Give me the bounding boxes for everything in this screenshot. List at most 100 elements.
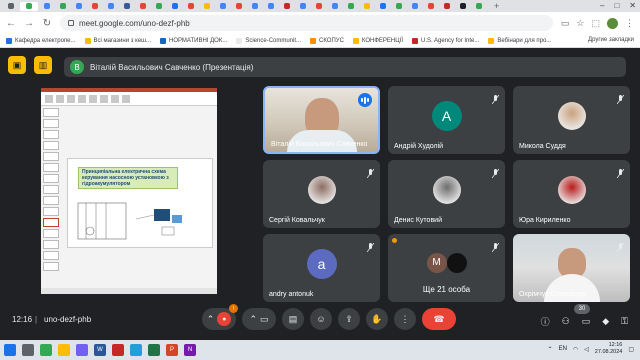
other-bookmarks[interactable]: Другие закладки (588, 37, 634, 43)
taskbar-powerpoint-icon[interactable]: P (166, 344, 178, 356)
participant-tile[interactable]: M Ще 21 особа (388, 234, 505, 302)
participant-name: Денис Кутовий (394, 217, 442, 224)
new-tab-button[interactable]: + (494, 1, 499, 11)
bookmark-star-icon[interactable]: ☆ (576, 18, 584, 29)
browser-tab[interactable] (4, 2, 18, 11)
browser-tab[interactable] (120, 2, 134, 11)
browser-tab[interactable] (184, 2, 198, 11)
browser-tab[interactable] (328, 2, 342, 11)
bookmark-item[interactable]: Кафедра електропе... (6, 37, 76, 44)
people-icon[interactable]: ⚇ (562, 316, 570, 327)
bookmark-item[interactable]: КОНФЕРЕНЦІЇ (352, 37, 403, 44)
browser-tab[interactable] (136, 2, 150, 11)
muted-mic-icon (491, 91, 500, 105)
participant-tile[interactable]: Микола Суддя (513, 86, 630, 154)
browser-tab[interactable] (104, 2, 118, 11)
participant-tile[interactable]: Юра Кириленко (513, 160, 630, 228)
browser-tab[interactable] (264, 2, 278, 11)
participant-tile[interactable]: Сергій Ковальчук (263, 160, 380, 228)
participant-tile[interactable]: Охрімчук Олександр (513, 234, 630, 302)
notifications-icon[interactable]: ▢ (628, 346, 634, 353)
browser-menu-icon[interactable]: ⋮ (625, 18, 634, 29)
layout-icon[interactable]: ▥ (34, 56, 52, 74)
audio-settings-button[interactable]: ⌃ ● ! (202, 304, 238, 330)
bookmark-item[interactable]: Всі магазини з кеш... (84, 37, 151, 44)
info-icon[interactable]: ⓘ (541, 315, 550, 328)
browser-tab[interactable] (216, 2, 230, 11)
participant-tile[interactable]: Віталій Васильович Савченко (263, 86, 380, 154)
extensions-icon[interactable]: ⬚ (591, 18, 600, 29)
taskbar-files-icon[interactable] (58, 344, 70, 356)
browser-tab[interactable] (296, 2, 310, 11)
reload-icon[interactable]: ↻ (42, 18, 52, 29)
browser-tab[interactable] (88, 2, 102, 11)
tray-chevron-icon[interactable]: ⌃ (548, 346, 553, 353)
bookmark-favicon-icon (412, 37, 419, 44)
taskbar-onenote-icon[interactable]: N (184, 344, 196, 356)
browser-tab[interactable] (424, 2, 438, 11)
browser-tab[interactable] (232, 2, 246, 11)
reactions-button[interactable]: ☺ (310, 308, 332, 330)
chat-icon[interactable]: ▭ (582, 316, 591, 327)
browser-tab[interactable] (20, 1, 38, 11)
browser-tab[interactable] (248, 2, 262, 11)
leave-call-button[interactable]: ☎ (422, 308, 456, 330)
language-indicator[interactable]: EN (559, 346, 567, 352)
wifi-icon[interactable]: ◠ (573, 346, 578, 353)
browser-tab[interactable] (392, 2, 406, 11)
tray-clock[interactable]: 12:16 27.08.2024 (595, 342, 623, 356)
browser-tab[interactable] (72, 2, 86, 11)
site-info-icon[interactable] (68, 20, 74, 26)
camera-button[interactable]: ⌃ ▭ (242, 308, 276, 330)
back-icon[interactable]: ← (6, 18, 16, 29)
raise-hand-button[interactable]: ✋ (366, 308, 388, 330)
host-controls-icon[interactable]: ⚿ (621, 316, 628, 327)
browser-tab[interactable] (312, 2, 326, 11)
maximize-button[interactable]: □ (614, 1, 619, 10)
browser-tab[interactable] (440, 2, 454, 11)
bookmark-item[interactable]: U.S. Agency for Inte... (412, 37, 479, 44)
browser-tab[interactable] (200, 2, 214, 11)
browser-tab[interactable] (408, 2, 422, 11)
participant-tile[interactable]: a andry antonuk (263, 234, 380, 302)
browser-tab[interactable] (344, 2, 358, 11)
favicon-icon (428, 3, 434, 9)
bookmark-item[interactable]: Вебінари для про... (488, 37, 551, 44)
taskbar-viber-icon[interactable] (76, 344, 88, 356)
circuit-diagram (77, 202, 182, 240)
participant-tile[interactable]: A Андрій Худолій (388, 86, 505, 154)
bookmark-item[interactable]: СКОПУС (310, 37, 344, 44)
captions-button[interactable]: ▤ (282, 308, 304, 330)
browser-tab[interactable] (40, 2, 54, 11)
minimize-button[interactable]: – (600, 1, 604, 10)
url-field[interactable]: meet.google.com/uno-dezf-phb (60, 15, 553, 31)
taskbar-total-commander-icon[interactable] (112, 344, 124, 356)
activities-icon[interactable]: ◆ (602, 316, 609, 327)
more-options-button[interactable]: ⋮ (394, 308, 416, 330)
taskbar-chrome-icon[interactable] (40, 344, 52, 356)
browser-tab[interactable] (152, 2, 166, 11)
taskbar-windows-start-icon[interactable] (4, 344, 16, 356)
bookmark-item[interactable]: Science-Communit... (236, 37, 301, 44)
browser-tab[interactable] (280, 2, 294, 11)
host-controls-icon[interactable]: ▣ (8, 56, 26, 74)
favicon-icon (364, 3, 370, 9)
taskbar-word-icon[interactable]: W (94, 344, 106, 356)
camera-indicator-icon[interactable]: ▭ (561, 18, 570, 29)
present-button[interactable]: ⇪ (338, 308, 360, 330)
volume-icon[interactable]: ◁ (584, 346, 589, 353)
taskbar-telegram-icon[interactable] (130, 344, 142, 356)
browser-tab[interactable] (56, 2, 70, 11)
participant-tile[interactable]: Денис Кутовий (388, 160, 505, 228)
taskbar-search-icon[interactable] (22, 344, 34, 356)
browser-tab[interactable] (456, 2, 470, 11)
browser-tab[interactable] (360, 2, 374, 11)
close-window-button[interactable]: ✕ (629, 1, 636, 10)
forward-icon[interactable]: → (24, 18, 34, 29)
taskbar-excel-icon[interactable] (148, 344, 160, 356)
browser-tab[interactable] (472, 2, 486, 11)
browser-tab[interactable] (376, 2, 390, 11)
bookmark-item[interactable]: НОРМАТИВНІ ДОК... (160, 37, 227, 44)
browser-tab[interactable] (168, 2, 182, 11)
profile-avatar[interactable] (607, 17, 618, 29)
